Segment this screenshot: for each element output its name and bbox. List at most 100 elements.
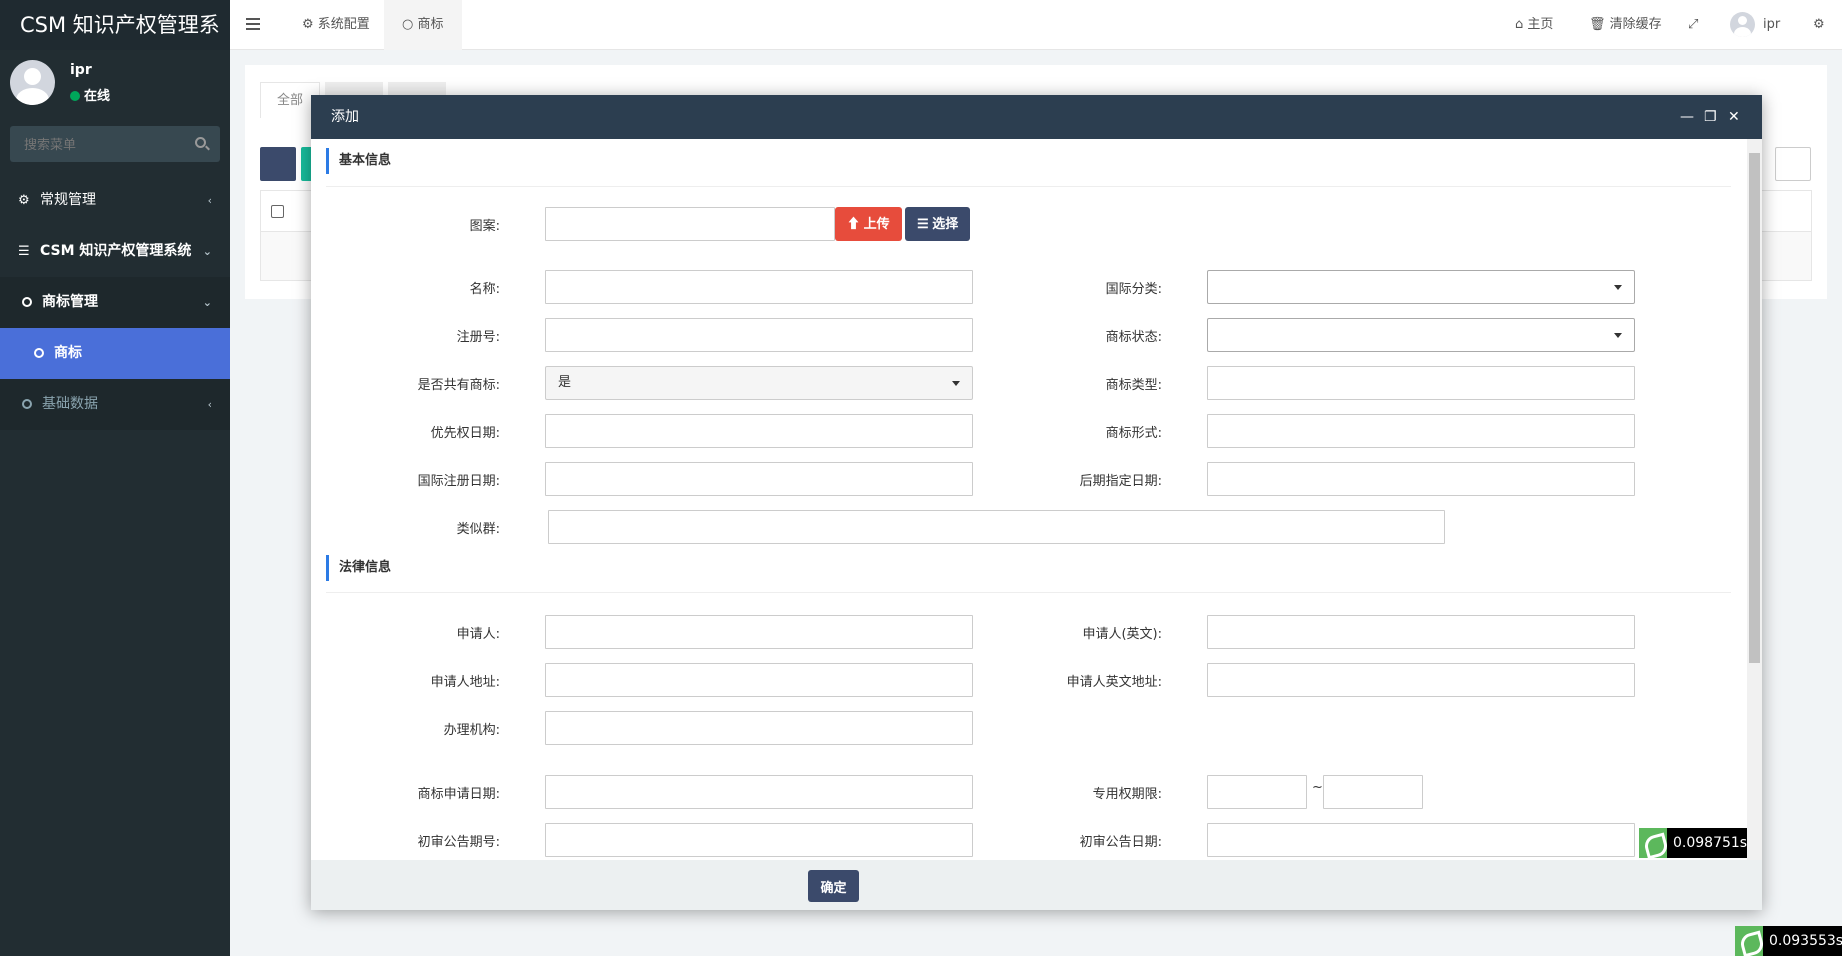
applicant-addr-en-input[interactable]	[1207, 663, 1635, 697]
sidebar: CSM 知识产权管理系 ipr 在线 ⚙常规管理 ‹ ☰CSM 知识产权管理系统…	[0, 0, 230, 956]
home-icon: ⌂	[1515, 17, 1528, 32]
close-icon[interactable]: ✕	[1728, 95, 1740, 139]
reg-no-input[interactable]	[545, 318, 973, 352]
perf-logo-icon	[1639, 828, 1667, 858]
add-modal: 添加 — ❐ ✕ 基本信息 图案: ⬆ 上传 ☰ 选择 名称: 国际分类: 注册…	[311, 95, 1762, 910]
tab-system-config[interactable]: ⚙ 系统配置	[284, 0, 388, 50]
intl-class-select[interactable]	[1207, 270, 1635, 304]
apply-date-input[interactable]	[545, 775, 973, 809]
tm-type-label: 商标类型:	[1105, 378, 1162, 393]
hamburger-icon[interactable]	[246, 18, 260, 30]
section-legal-info: 法律信息	[326, 555, 391, 581]
divider	[326, 186, 1731, 187]
applicant-input[interactable]	[545, 615, 973, 649]
chevron-down-icon: ⌄	[202, 296, 212, 309]
pattern-label: 图案:	[469, 219, 500, 234]
avatar	[10, 60, 55, 105]
priority-date-input[interactable]	[545, 414, 973, 448]
modal-title: 添加	[331, 109, 359, 125]
minimize-icon[interactable]: —	[1680, 95, 1694, 139]
intl-reg-date-label: 国际注册日期:	[417, 474, 500, 489]
scroll-thumb[interactable]	[1749, 153, 1760, 663]
period-separator: ~	[1312, 780, 1323, 795]
sidebar-item-tm-manage[interactable]: 商标管理 ⌄	[0, 277, 230, 328]
applicant-addr-label: 申请人地址:	[430, 675, 500, 690]
exclusive-start-input[interactable]	[1207, 775, 1307, 809]
applicant-label: 申请人:	[456, 627, 500, 642]
shared-select[interactable]: 是	[545, 366, 973, 400]
clear-cache-link[interactable]: 🗑 清除缓存	[1589, 0, 1662, 50]
refresh-button[interactable]	[260, 147, 296, 181]
search-button[interactable]	[1775, 147, 1811, 181]
user-menu[interactable]: ipr	[1730, 0, 1780, 50]
perf-logo-icon	[1735, 926, 1763, 956]
applicant-addr-input[interactable]	[545, 663, 973, 697]
select-all-checkbox[interactable]	[271, 205, 284, 218]
agency-label: 办理机构:	[443, 723, 500, 738]
name-label: 名称:	[469, 282, 500, 297]
similar-group-input[interactable]	[548, 510, 1445, 544]
priority-date-label: 优先权日期:	[430, 426, 500, 441]
sidebar-item-csm[interactable]: ☰ CSM 知识产权管理系统 ⌄	[0, 226, 230, 277]
perf-time-inner: 0.098751s	[1667, 828, 1747, 858]
choose-button[interactable]: ☰ 选择	[905, 207, 971, 241]
exclusive-period-label: 专用权期限:	[1092, 787, 1162, 802]
chevron-left-icon: ‹	[207, 398, 212, 411]
settings-icon[interactable]: ⚙	[1813, 0, 1825, 50]
prelim-no-label: 初审公告期号:	[417, 835, 500, 850]
intl-class-label: 国际分类:	[1105, 282, 1162, 297]
later-date-label: 后期指定日期:	[1079, 474, 1162, 489]
search-icon[interactable]	[195, 137, 206, 148]
section-basic-info: 基本信息	[326, 148, 391, 174]
trash-icon: 🗑	[1589, 17, 1610, 32]
user-status: 在线	[70, 85, 110, 104]
applicant-addr-en-label: 申请人英文地址:	[1066, 675, 1162, 690]
tm-status-select[interactable]	[1207, 318, 1635, 352]
modal-footer: 确定	[311, 860, 1762, 910]
sidebar-search[interactable]	[10, 126, 220, 162]
applicant-en-input[interactable]	[1207, 615, 1635, 649]
later-date-input[interactable]	[1207, 462, 1635, 496]
user-name: ipr	[70, 62, 92, 78]
agency-input[interactable]	[545, 711, 973, 745]
home-link[interactable]: ⌂ 主页	[1515, 0, 1553, 50]
pattern-input[interactable]	[545, 207, 835, 241]
circle-icon: ○	[402, 17, 418, 32]
similar-group-label: 类似群:	[456, 522, 500, 537]
prelim-no-input[interactable]	[545, 823, 973, 857]
tm-status-label: 商标状态:	[1105, 330, 1162, 345]
modal-scrollbar[interactable]	[1747, 139, 1762, 860]
sidebar-search-input[interactable]	[10, 126, 220, 162]
user-panel: ipr 在线	[0, 50, 230, 125]
prelim-date-label: 初审公告日期:	[1079, 835, 1162, 850]
caret-down-icon	[952, 381, 960, 386]
app-logo[interactable]: CSM 知识产权管理系	[0, 0, 230, 50]
shared-label: 是否共有商标:	[417, 378, 500, 393]
tm-type-input[interactable]	[1207, 366, 1635, 400]
sidebar-item-general[interactable]: ⚙ 常规管理 ‹	[0, 175, 230, 226]
caret-down-icon	[1614, 285, 1622, 290]
modal-body: 基本信息 图案: ⬆ 上传 ☰ 选择 名称: 国际分类: 注册号: 商标状态: …	[311, 139, 1747, 860]
tm-form-input[interactable]	[1207, 414, 1635, 448]
online-dot-icon	[70, 91, 80, 101]
list-icon: ☰	[18, 244, 30, 259]
apply-date-label: 商标申请日期:	[417, 787, 500, 802]
maximize-icon[interactable]: ❐	[1704, 95, 1717, 139]
tab-trademark[interactable]: ○ 商标	[384, 0, 462, 50]
applicant-en-label: 申请人(英文):	[1082, 627, 1162, 642]
sidebar-item-trademark[interactable]: 商标	[0, 328, 230, 379]
circle-icon	[22, 297, 32, 307]
confirm-button[interactable]: 确定	[808, 870, 859, 902]
tm-form-label: 商标形式:	[1105, 426, 1162, 441]
intl-reg-date-input[interactable]	[545, 462, 973, 496]
fullscreen-icon[interactable]: ⤢	[1688, 0, 1698, 50]
upload-button[interactable]: ⬆ 上传	[835, 207, 902, 241]
sidebar-item-base-data[interactable]: 基础数据 ‹	[0, 379, 230, 430]
caret-down-icon	[1614, 333, 1622, 338]
name-input[interactable]	[545, 270, 973, 304]
exclusive-end-input[interactable]	[1323, 775, 1423, 809]
reg-no-label: 注册号:	[456, 330, 500, 345]
prelim-date-input[interactable]	[1207, 823, 1635, 857]
gear-icon: ⚙	[302, 17, 318, 32]
circle-icon	[34, 348, 44, 358]
